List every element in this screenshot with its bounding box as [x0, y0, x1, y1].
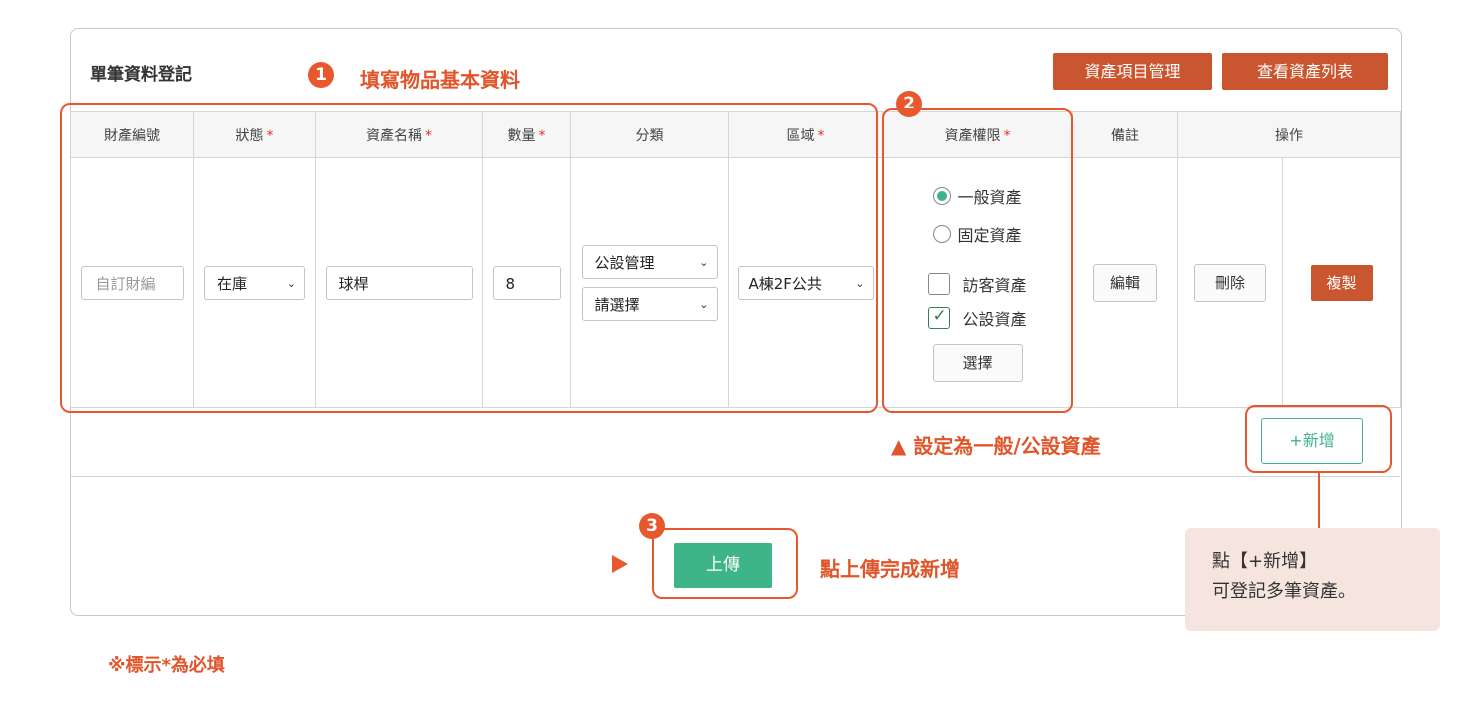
tip-line-2: 可登記多筆資產。 [1212, 581, 1356, 602]
cell-copy: 複製 [1282, 157, 1401, 408]
step-1-badge: 1 [308, 62, 334, 88]
add-tip-bubble: 點【+新增】 可登記多筆資產。 [1185, 528, 1440, 631]
view-asset-list-button[interactable]: 查看資產列表 [1222, 53, 1388, 90]
tip-line-1: 點【+新增】 [1212, 551, 1318, 572]
step-1-highlight [60, 103, 878, 413]
step-1-text: 填寫物品基本資料 [360, 68, 520, 92]
step-3-text: 點上傳完成新增 [820, 557, 960, 581]
step-2-text: ▲ 設定為一般/公設資產 [891, 434, 1101, 458]
tip-connector-line [1318, 473, 1320, 529]
cell-note: 編輯 [1072, 157, 1178, 408]
card-title: 單筆資料登記 [90, 65, 192, 85]
cell-delete: 刪除 [1177, 157, 1283, 408]
add-button-highlight [1245, 405, 1392, 473]
required-footnote: ※標示*為必填 [108, 655, 225, 676]
pointer-triangle-icon [612, 555, 628, 573]
step-2-highlight [882, 108, 1073, 413]
edit-note-button[interactable]: 編輯 [1093, 263, 1157, 302]
copy-button[interactable]: 複製 [1310, 264, 1373, 301]
asset-item-management-button[interactable]: 資產項目管理 [1053, 53, 1212, 90]
header-note: 備註 [1072, 111, 1178, 158]
delete-button[interactable]: 刪除 [1194, 263, 1266, 302]
header-action: 操作 [1177, 111, 1401, 158]
upload-button[interactable]: 上傳 [674, 543, 772, 588]
section-divider [71, 476, 1400, 477]
